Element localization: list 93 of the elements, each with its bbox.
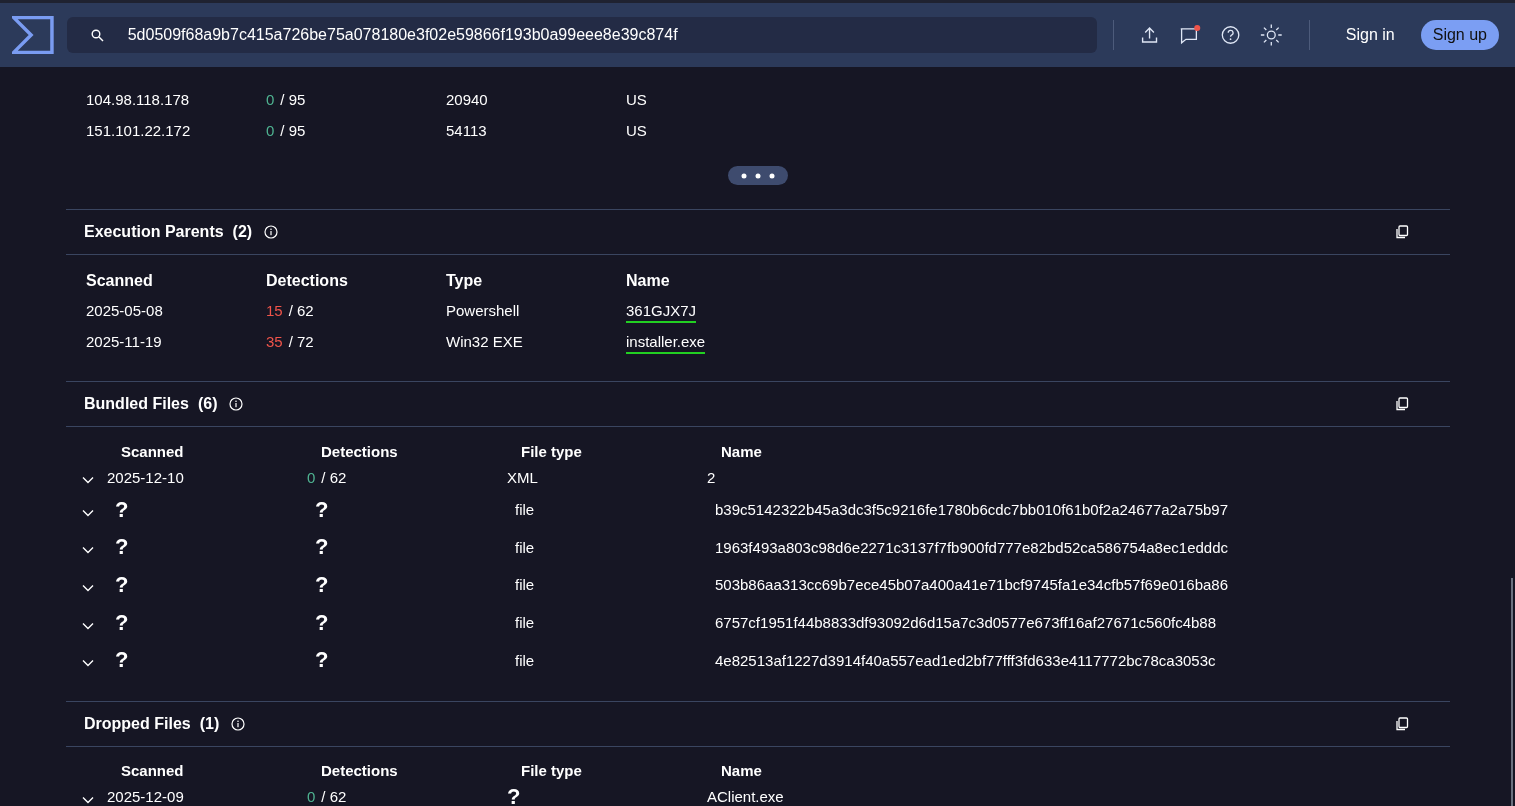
file-type: file xyxy=(515,651,536,669)
file-name: AClient.exe xyxy=(707,788,785,806)
file-type: Win32 EXE xyxy=(446,333,524,350)
ellipsis-icon xyxy=(740,171,776,180)
scan-date: 2025-12-09 xyxy=(107,788,185,806)
unknown-mark: ? xyxy=(115,609,130,636)
chevron-down-icon[interactable] xyxy=(82,584,94,592)
file-type: file xyxy=(515,501,536,519)
scrollbar[interactable] xyxy=(1511,578,1513,806)
section-title: Bundled Files xyxy=(84,395,189,413)
asn: 20940 xyxy=(446,91,489,108)
detection-count: 0 xyxy=(266,91,275,108)
file-type: Powershell xyxy=(446,302,521,319)
help-icon[interactable] xyxy=(1221,24,1241,46)
column-header: Type xyxy=(446,272,484,290)
scan-date: 2025-11-19 xyxy=(86,333,163,350)
column-header: File type xyxy=(521,762,583,780)
unknown-mark: ? xyxy=(315,647,330,674)
file-type: file xyxy=(515,614,536,632)
search-icon xyxy=(90,29,104,42)
file-name: 503b86aa313cc69b7ece45b07a400a41e71bcf9745fa1e34cfb57f69e016ba86 xyxy=(715,576,1229,594)
file-name: 1963f493a803c98d6e2271c3137f7fb900fd777e82bd52ca586754a8ec1edddc xyxy=(715,538,1229,556)
detection-count: 0 xyxy=(266,122,275,139)
section-count: (6) xyxy=(197,395,218,413)
chat-notification-icon[interactable] xyxy=(1178,23,1202,47)
country-code: US xyxy=(626,122,648,139)
section-title: Dropped Files xyxy=(84,714,191,733)
scan-date: 2025-05-08 xyxy=(86,302,164,319)
info-icon[interactable] xyxy=(231,716,246,731)
unknown-mark: ? xyxy=(115,572,130,598)
detection-count: 0 xyxy=(307,468,316,486)
detection-count: 15 xyxy=(266,302,283,319)
column-header: Scanned xyxy=(121,442,185,460)
copy-icon[interactable] xyxy=(1395,225,1409,239)
detection-total: / 95 xyxy=(280,91,306,108)
file-name-link[interactable]: 361GJX7J xyxy=(626,302,697,323)
file-name: 2 xyxy=(707,468,717,486)
column-header: File type xyxy=(521,442,583,460)
detection-total: / 72 xyxy=(288,333,314,350)
detection-count: 35 xyxy=(266,333,283,350)
copy-icon[interactable] xyxy=(1395,397,1409,411)
file-name: b39c5142322b45a3dc3f5c9216fe1780b6cdc7bb010f61b0f2a24677a2a75b97 xyxy=(715,501,1229,519)
info-icon[interactable] xyxy=(229,397,244,411)
chevron-down-icon[interactable] xyxy=(82,476,94,484)
info-icon[interactable] xyxy=(264,225,279,239)
column-header: Detections xyxy=(266,272,349,290)
sign-in-link[interactable]: Sign in xyxy=(1345,26,1395,44)
file-type: ? xyxy=(507,783,522,806)
logo-icon[interactable] xyxy=(12,13,54,57)
file-name-link[interactable]: installer.exe xyxy=(626,333,706,354)
chevron-down-icon[interactable] xyxy=(82,795,94,804)
copy-icon[interactable] xyxy=(1395,716,1409,731)
section-count: (1) xyxy=(199,714,220,733)
file-name: 4e82513af1227d3914f40a557ead1ed2bf77fff3fd633e4117772bc78ca3053c xyxy=(715,651,1217,669)
ip-address: 104.98.118.178 xyxy=(86,91,191,108)
unknown-mark: ? xyxy=(115,647,130,674)
unknown-mark: ? xyxy=(315,496,330,523)
column-header: Scanned xyxy=(86,272,154,290)
unknown-mark: ? xyxy=(115,534,130,561)
chevron-down-icon[interactable] xyxy=(82,621,94,630)
detection-total: / 62 xyxy=(288,302,314,319)
chevron-down-icon[interactable] xyxy=(82,508,94,517)
column-header: Scanned xyxy=(121,762,185,780)
detection-total: / 62 xyxy=(321,468,347,486)
upload-icon[interactable] xyxy=(1139,24,1159,46)
section-title: Execution Parents xyxy=(84,223,224,241)
scan-date: 2025-12-10 xyxy=(107,468,185,486)
detection-total: / 95 xyxy=(280,122,306,139)
unknown-mark: ? xyxy=(315,609,330,636)
file-name: 6757cf1951f44b8833df93092d6d15a7c3d0577e673ff16af27671c560fc4b88 xyxy=(715,614,1218,632)
file-type: file xyxy=(515,538,536,556)
column-header: Name xyxy=(721,762,763,780)
column-header: Name xyxy=(721,442,763,460)
sign-up-button[interactable]: Sign up xyxy=(1420,20,1499,50)
chevron-down-icon[interactable] xyxy=(82,659,94,668)
asn: 54113 xyxy=(446,122,488,139)
country-code: US xyxy=(626,91,648,108)
column-header: Detections xyxy=(321,762,399,780)
unknown-mark: ? xyxy=(315,572,330,598)
chevron-down-icon[interactable] xyxy=(82,546,94,555)
unknown-mark: ? xyxy=(315,534,330,561)
column-header: Name xyxy=(626,272,671,290)
unknown-mark: ? xyxy=(115,496,130,523)
section-count: (2) xyxy=(232,223,253,241)
column-header: Detections xyxy=(321,442,399,460)
file-type: XML xyxy=(507,468,539,486)
ip-address: 151.101.22.172 xyxy=(86,122,192,139)
search-field[interactable]: 5d0509f68a9b7c415a726be75a078180e3f02e59866f193b0a99eee8e39c874f xyxy=(66,17,1097,53)
detection-count: 0 xyxy=(307,788,316,806)
show-more-button[interactable] xyxy=(728,166,788,185)
sun-icon[interactable] xyxy=(1260,22,1283,48)
detection-total: / 62 xyxy=(321,788,347,806)
file-type: file xyxy=(515,576,536,594)
